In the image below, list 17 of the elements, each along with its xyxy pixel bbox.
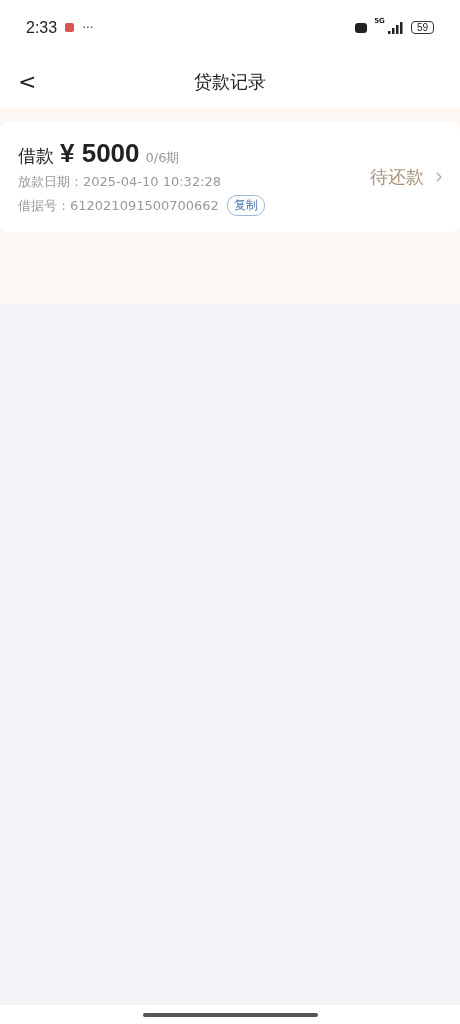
chevron-icon [436,172,442,182]
loan-label: 借款 [18,144,54,168]
more-notifications: ··· [82,20,94,35]
copy-button[interactable]: 复制 [226,195,265,216]
battery-level: 59 [410,21,434,34]
disbursement-date: 放款日期：2025-04-10 10:32:28 [18,173,223,191]
loan-number: 借据号：612021091500700662 [18,196,219,215]
signal-icon [387,21,404,34]
back-button[interactable]: < [0,69,37,94]
page-title: 贷款记录 [194,70,266,92]
period-count: 0/6期 [145,149,180,167]
loan-amount: ¥ 5000 [60,138,140,169]
home-indicator[interactable] [142,1012,318,1017]
repayment-status: 待还款 [370,165,424,189]
clock-time: 2:33 [26,18,58,37]
loan-card[interactable]: 借款 ¥ 5000 0/6期 放款日期：2025-04-10 10:32:28 借据号：612021091500700662 复制 待还款 [0,122,460,232]
app-notification-icon [65,23,75,32]
